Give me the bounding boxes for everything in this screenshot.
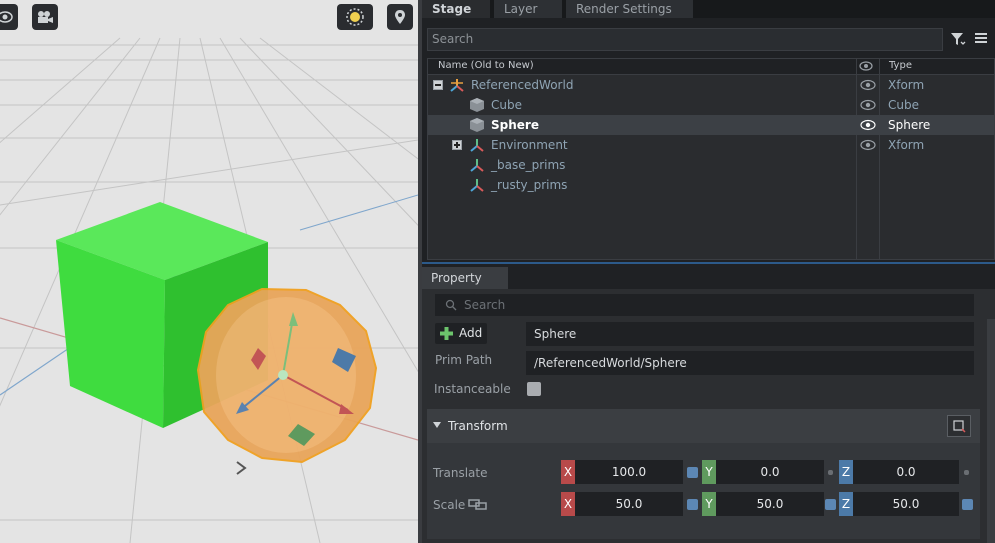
stage-tabbar: Stage Layer Render Settings xyxy=(422,0,995,18)
translate-x-tag: X xyxy=(561,460,575,484)
scale-x-field[interactable]: 50.0 xyxy=(575,492,683,516)
translate-z-tag: Z xyxy=(839,460,853,484)
stage-tree[interactable]: Name (Old to New) Type ReferencedWorld X… xyxy=(427,58,995,260)
translate-x-field[interactable]: 100.0 xyxy=(575,460,683,484)
stage-panel: Stage Layer Render Settings Search Name … xyxy=(422,0,995,262)
instanceable-checkbox[interactable] xyxy=(527,382,541,396)
xform-icon xyxy=(450,79,464,92)
instanceable-label: Instanceable xyxy=(434,382,511,396)
transform-options-button[interactable] xyxy=(947,415,971,437)
visibility-eye-icon[interactable] xyxy=(860,119,876,131)
tab-property[interactable]: Property xyxy=(422,267,508,289)
link-icon[interactable] xyxy=(468,498,488,510)
transform-title: Transform xyxy=(448,419,508,433)
transform-section: Transform Translate X 100.0 Y 0.0 Z 0.0 … xyxy=(427,409,980,539)
column-type-header[interactable]: Type xyxy=(889,60,912,71)
scale-z-field[interactable]: 50.0 xyxy=(853,492,959,516)
translate-z-keyframe[interactable] xyxy=(964,470,969,475)
scale-y-tag: Y xyxy=(702,492,716,516)
xform-icon xyxy=(470,159,484,172)
tree-row-base-prims[interactable]: _base_prims xyxy=(428,155,994,175)
camera-icon xyxy=(38,11,53,23)
scale-y-keyframe[interactable] xyxy=(825,499,836,510)
scale-x-tag: X xyxy=(561,492,575,516)
expand-icon[interactable] xyxy=(452,140,462,150)
omniverse-app: Stage Layer Render Settings Search Name … xyxy=(0,0,995,543)
translate-x-keyframe[interactable] xyxy=(687,467,698,478)
tree-row-type: Xform xyxy=(888,78,925,92)
collapse-icon[interactable] xyxy=(433,80,443,90)
property-search-input[interactable]: Search xyxy=(435,294,974,316)
map-pin-icon xyxy=(395,10,405,24)
search-placeholder: Search xyxy=(464,298,506,312)
xform-icon xyxy=(470,139,484,152)
collapse-triangle-icon[interactable] xyxy=(433,422,441,428)
add-label: Add xyxy=(459,326,483,340)
frame-icon xyxy=(953,420,966,433)
prim-name-field[interactable]: Sphere xyxy=(526,322,974,346)
menu-icon[interactable] xyxy=(974,31,988,45)
tree-row-label: Environment xyxy=(491,138,568,152)
camera-button[interactable] xyxy=(32,4,58,30)
tree-row-label: _rusty_prims xyxy=(491,178,568,192)
tree-row-label: Cube xyxy=(491,98,522,112)
eye-icon xyxy=(0,11,13,23)
tab-layer[interactable]: Layer xyxy=(494,0,562,18)
scale-x-keyframe[interactable] xyxy=(687,499,698,510)
visibility-eye-icon[interactable] xyxy=(860,79,876,91)
translate-y-tag: Y xyxy=(702,460,716,484)
tree-row-cube[interactable]: Cube Cube xyxy=(428,95,994,115)
search-icon xyxy=(445,299,457,311)
scale-z-tag: Z xyxy=(839,492,853,516)
tree-row-sphere[interactable]: Sphere Sphere xyxy=(428,115,994,135)
column-name-header[interactable]: Name (Old to New) xyxy=(438,60,534,71)
stage-search-input[interactable]: Search xyxy=(427,28,943,51)
translate-label: Translate xyxy=(433,466,488,480)
scale-z-keyframe[interactable] xyxy=(962,499,973,510)
viewport-scene[interactable] xyxy=(0,0,418,543)
property-panel: Property Search Add Sphere Prim Path /Re… xyxy=(422,264,995,543)
visibility-column-eye-icon xyxy=(859,61,873,71)
viewport[interactable] xyxy=(0,0,418,543)
tree-row-label: Sphere xyxy=(491,118,539,132)
filter-icon[interactable] xyxy=(950,31,966,47)
transform-header[interactable]: Transform xyxy=(427,409,980,443)
prim-path-field[interactable]: /ReferencedWorld/Sphere xyxy=(526,351,974,375)
tree-row-environment[interactable]: Environment Xform xyxy=(428,135,994,155)
tree-row-rusty-prims[interactable]: _rusty_prims xyxy=(428,175,994,195)
sun-icon xyxy=(346,8,364,26)
prim-path-label: Prim Path xyxy=(435,353,493,367)
translate-y-field[interactable]: 0.0 xyxy=(716,460,824,484)
scale-y-field[interactable]: 50.0 xyxy=(716,492,824,516)
tree-row-type: Cube xyxy=(888,98,919,112)
visibility-toggle-button[interactable] xyxy=(0,4,18,30)
lighting-button[interactable] xyxy=(337,4,373,30)
translate-y-keyframe[interactable] xyxy=(828,470,833,475)
mesh-icon xyxy=(470,118,484,132)
add-button[interactable]: Add xyxy=(435,323,487,344)
visibility-eye-icon[interactable] xyxy=(860,139,876,151)
tab-render-settings[interactable]: Render Settings xyxy=(566,0,693,18)
tree-row-label: _base_prims xyxy=(491,158,566,172)
plus-icon xyxy=(440,327,453,340)
tree-header: Name (Old to New) Type xyxy=(428,59,994,75)
tree-row-referencedworld[interactable]: ReferencedWorld Xform xyxy=(428,75,994,95)
mesh-icon xyxy=(470,98,484,112)
tree-row-label: ReferencedWorld xyxy=(471,78,574,92)
scale-label: Scale xyxy=(433,498,466,512)
location-button[interactable] xyxy=(387,4,413,30)
xform-icon xyxy=(470,179,484,192)
tree-row-type: Sphere xyxy=(888,118,931,132)
visibility-eye-icon[interactable] xyxy=(860,99,876,111)
property-scrollbar[interactable] xyxy=(987,319,995,543)
tab-stage[interactable]: Stage xyxy=(422,0,490,18)
translate-z-field[interactable]: 0.0 xyxy=(853,460,959,484)
tree-row-type: Xform xyxy=(888,138,925,152)
